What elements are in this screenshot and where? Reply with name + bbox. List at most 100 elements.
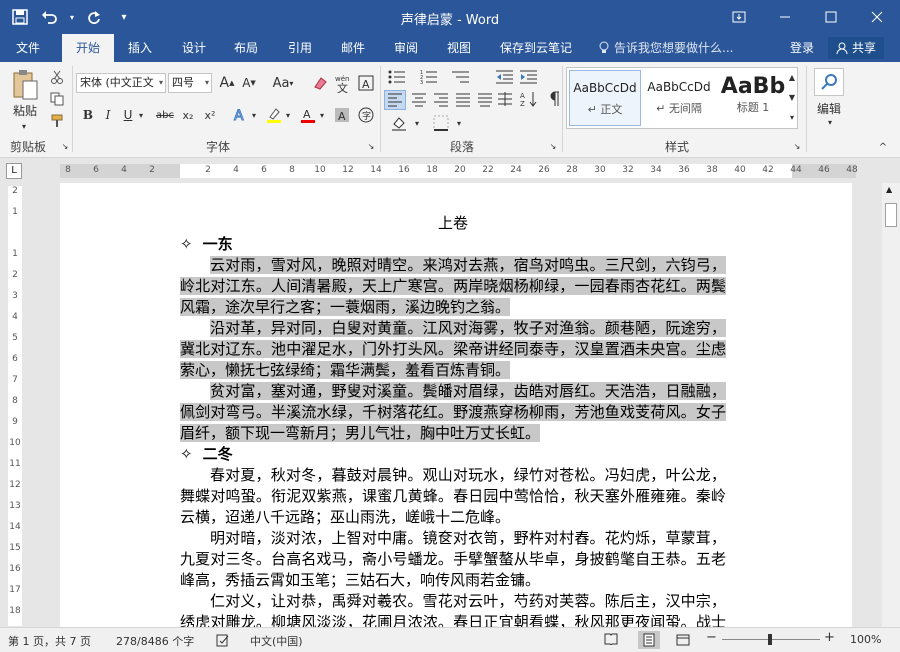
numbering-icon[interactable]: 123 bbox=[418, 68, 440, 86]
change-case-button[interactable]: Aa ▾ bbox=[268, 74, 298, 92]
document-page[interactable]: 上卷 ✧ 一东 云对雨，雪对风，晚照对晴空。来鸿对去燕，宿鸟对鸣虫。三尺剑，六钧弓，… bbox=[60, 183, 852, 627]
paragraph-launcher-icon[interactable]: ↘ bbox=[548, 140, 558, 152]
styles-more-icon[interactable]: ▾ bbox=[786, 108, 798, 126]
superscript-button[interactable]: x² bbox=[200, 106, 220, 124]
text-effects-icon[interactable]: A bbox=[230, 106, 250, 124]
tab-review[interactable]: 审阅 bbox=[384, 34, 428, 62]
find-icon[interactable] bbox=[814, 68, 844, 96]
word-count[interactable]: 278/8486 个字 bbox=[116, 633, 194, 649]
copy-icon[interactable] bbox=[48, 90, 66, 108]
document-area[interactable]: 上卷 ✧ 一东 云对雨，雪对风，晚照对晴空。来鸿对去燕，宿鸟对鸣虫。三尺剑，六钧弓，… bbox=[28, 183, 880, 627]
bullets-icon[interactable] bbox=[386, 68, 408, 86]
chinese-layout-icon[interactable] bbox=[494, 90, 516, 108]
zoom-slider-thumb[interactable] bbox=[768, 634, 772, 645]
highlight-icon[interactable] bbox=[264, 106, 284, 124]
bold-button[interactable]: B bbox=[80, 106, 96, 124]
tab-references[interactable]: 引用 bbox=[278, 34, 322, 62]
read-mode-icon[interactable] bbox=[604, 633, 618, 648]
distributed-icon[interactable] bbox=[474, 90, 496, 110]
align-left-icon[interactable] bbox=[384, 90, 406, 110]
vertical-ruler[interactable]: 2112345678910111213141516171819 bbox=[8, 186, 22, 637]
decrease-indent-icon[interactable] bbox=[494, 68, 516, 86]
font-color-icon[interactable]: A bbox=[298, 106, 318, 124]
tab-save-cloud-notes[interactable]: 保存到云笔记 bbox=[494, 34, 578, 62]
styles-scroll-up-icon[interactable]: ▲ bbox=[786, 68, 798, 86]
clear-formatting-icon[interactable] bbox=[310, 74, 330, 92]
shrink-font-icon[interactable]: A ▼ bbox=[240, 74, 258, 92]
style-normal[interactable]: AaBbCcDd ↵ 正文 bbox=[569, 70, 641, 126]
cut-icon[interactable] bbox=[48, 68, 66, 86]
tab-selector[interactable]: L bbox=[6, 163, 22, 179]
vertical-scrollbar[interactable]: ▲ bbox=[882, 183, 900, 627]
tab-home[interactable]: 开始 bbox=[62, 34, 114, 62]
shading-icon[interactable] bbox=[388, 114, 410, 132]
font-launcher-icon[interactable]: ↘ bbox=[366, 140, 376, 152]
font-color-dropdown-icon[interactable]: ▾ bbox=[318, 106, 326, 124]
strikethrough-button[interactable]: abc bbox=[154, 106, 176, 124]
clipboard-launcher-icon[interactable]: ↘ bbox=[60, 140, 70, 152]
editing-button[interactable]: 编辑 bbox=[810, 100, 848, 116]
zoom-slider[interactable] bbox=[722, 634, 820, 645]
font-name-dropdown-icon[interactable]: ▾ bbox=[159, 74, 163, 92]
paragraph[interactable]: 明对暗，淡对浓，上智对中庸。镜奁对衣笥，野杵对村舂。花灼烁，草蒙茸，九夏对三冬。… bbox=[180, 528, 726, 591]
paragraph[interactable]: 春对夏，秋对冬，暮鼓对晨钟。观山对玩水，绿竹对苍松。冯妇虎，叶公龙，舞蝶对鸣蛩。… bbox=[180, 465, 726, 528]
align-right-icon[interactable] bbox=[430, 90, 452, 110]
zoom-out-button[interactable]: − bbox=[706, 630, 717, 645]
justify-icon[interactable] bbox=[452, 90, 474, 110]
paragraph[interactable]: 贫对富，塞对通，野叟对溪童。鬓皤对眉绿，齿皓对唇红。天浩浩，日融融，佩剑对弯弓。… bbox=[180, 381, 726, 444]
format-painter-icon[interactable] bbox=[48, 112, 66, 130]
styles-scroll-down-icon[interactable]: ▼ bbox=[786, 88, 798, 106]
borders-dropdown-icon[interactable]: ▾ bbox=[454, 114, 464, 132]
proofing-icon[interactable] bbox=[216, 633, 230, 650]
tell-me-box[interactable]: 告诉我您想要做什么... bbox=[598, 34, 733, 62]
underline-button[interactable]: U bbox=[120, 106, 136, 124]
show-marks-icon[interactable] bbox=[544, 90, 564, 108]
collapse-ribbon-icon[interactable]: ^ bbox=[876, 140, 890, 154]
font-size-dropdown-icon[interactable]: ▾ bbox=[205, 74, 209, 92]
zoom-in-button[interactable]: + bbox=[824, 630, 835, 645]
italic-button[interactable]: I bbox=[100, 106, 116, 124]
tab-insert[interactable]: 插入 bbox=[118, 34, 162, 62]
paste-button[interactable]: 粘贴 bbox=[8, 102, 42, 118]
character-border-icon[interactable]: A bbox=[356, 74, 376, 92]
scrollbar-thumb[interactable] bbox=[885, 203, 897, 227]
paragraph[interactable]: 仁对义，让对恭，禹舜对羲农。雪花对云叶，芍药对芙蓉。陈后主，汉中宗，绣虎对雕龙。… bbox=[180, 591, 726, 627]
editing-dropdown-icon[interactable]: ▾ bbox=[824, 116, 836, 128]
share-button[interactable]: 共享 bbox=[828, 37, 885, 59]
paragraph[interactable]: 云对雨，雪对风，晚照对晴空。来鸿对去燕，宿鸟对鸣虫。三尺剑，六钧弓，岭北对江东。… bbox=[180, 255, 726, 318]
web-layout-icon[interactable] bbox=[676, 633, 690, 650]
tab-view[interactable]: 视图 bbox=[437, 34, 481, 62]
language-indicator[interactable]: 中文(中国) bbox=[250, 633, 303, 649]
print-layout-icon[interactable] bbox=[638, 631, 660, 649]
document-body[interactable]: 上卷 ✧ 一东 云对雨，雪对风，晚照对晴空。来鸿对去燕，宿鸟对鸣虫。三尺剑，六钧弓，… bbox=[180, 213, 726, 627]
sort-icon[interactable]: AZ bbox=[518, 90, 540, 108]
maximize-icon[interactable] bbox=[808, 0, 854, 34]
styles-launcher-icon[interactable]: ↘ bbox=[792, 140, 802, 152]
highlight-dropdown-icon[interactable]: ▾ bbox=[284, 106, 292, 124]
scroll-up-icon[interactable]: ▲ bbox=[886, 185, 892, 194]
font-size-box[interactable]: 四号 ▾ bbox=[168, 73, 212, 93]
character-shading-icon[interactable]: A bbox=[332, 106, 352, 124]
phonetic-guide-icon[interactable]: wén 文 bbox=[332, 72, 354, 94]
multilevel-list-icon[interactable] bbox=[450, 68, 472, 86]
tab-file[interactable]: 文件 bbox=[6, 34, 50, 62]
tab-design[interactable]: 设计 bbox=[172, 34, 216, 62]
restore-ribbon-icon[interactable] bbox=[716, 0, 762, 34]
shading-dropdown-icon[interactable]: ▾ bbox=[412, 114, 422, 132]
paragraph[interactable]: 沿对革，异对同，白叟对黄童。江风对海雾，牧子对渔翁。颜巷陋，阮途穷，冀北对辽东。… bbox=[180, 318, 726, 381]
subscript-button[interactable]: x₂ bbox=[178, 106, 198, 124]
borders-icon[interactable] bbox=[430, 114, 452, 132]
align-center-icon[interactable] bbox=[408, 90, 430, 110]
page-count[interactable]: 第 1 页，共 7 页 bbox=[8, 633, 91, 649]
underline-dropdown-icon[interactable]: ▾ bbox=[136, 106, 146, 124]
text-effects-dropdown-icon[interactable]: ▾ bbox=[250, 106, 258, 124]
style-heading-1[interactable]: AaBb 标题 1 bbox=[717, 70, 789, 126]
paste-dropdown-icon[interactable]: ▾ bbox=[16, 120, 32, 132]
tab-layout[interactable]: 布局 bbox=[224, 34, 268, 62]
paste-icon[interactable] bbox=[8, 68, 42, 102]
font-name-box[interactable]: 宋体 (中文正文 ▾ bbox=[76, 73, 166, 93]
style-no-spacing[interactable]: AaBbCcDd ↵ 无间隔 bbox=[643, 70, 715, 126]
increase-indent-icon[interactable] bbox=[518, 68, 540, 86]
minimize-icon[interactable] bbox=[762, 0, 808, 34]
zoom-level[interactable]: 100% bbox=[850, 633, 881, 646]
